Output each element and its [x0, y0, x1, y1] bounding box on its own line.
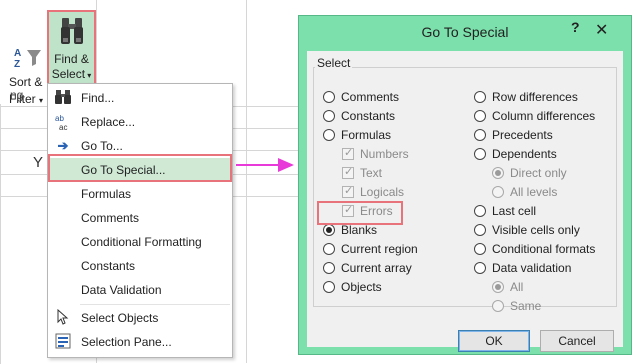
radio-button[interactable] [474, 110, 486, 122]
highlight-box [317, 201, 403, 225]
option-label: Formulas [341, 128, 392, 142]
binoculars-icon [60, 16, 84, 49]
option-label: Same [510, 299, 542, 313]
menu-item-label: Formulas [81, 187, 132, 201]
radio-button-disabled [492, 300, 504, 312]
radio-button[interactable] [323, 91, 335, 103]
ok-button[interactable]: OK [458, 330, 530, 352]
help-button[interactable]: ? [571, 19, 580, 35]
cancel-button[interactable]: Cancel [540, 330, 614, 352]
option-label: Current array [341, 261, 412, 275]
radio-button-selected[interactable] [323, 224, 335, 236]
dialog-body: Select Comments Constants Formulas Numbe… [307, 51, 623, 352]
menu-item-label: Comments [81, 211, 140, 225]
option-label: Last cell [492, 204, 537, 218]
replace-icon: ab ac [54, 113, 72, 132]
option-label: Conditional formats [492, 242, 596, 256]
option-label: All levels [510, 185, 558, 199]
option-label: Objects [341, 280, 382, 294]
dialog-title: Go To Special [421, 24, 509, 40]
menu-item-selection-pane[interactable]: Selection Pane... [48, 330, 232, 354]
ribbon-group-label: ng [10, 88, 24, 102]
find-select-menu: Find... ab ac Replace... ➔ Go To... Go To… [47, 83, 233, 358]
checkbox [342, 165, 354, 179]
column-gridline [246, 0, 247, 363]
menu-item-label: Selection Pane... [81, 335, 172, 349]
option-label: Text [360, 166, 383, 180]
menu-item-find[interactable]: Find... [48, 86, 232, 110]
option-label: Numbers [360, 147, 409, 161]
radio-button[interactable] [474, 148, 486, 160]
find-select-line1: Find & [54, 52, 89, 66]
cursor-icon [54, 308, 72, 327]
radio-button[interactable] [323, 129, 335, 141]
menu-item-comments[interactable]: Comments [48, 206, 232, 230]
option-label: Visible cells only [492, 223, 580, 237]
radio-button-disabled [492, 281, 504, 293]
svg-text:A: A [14, 48, 21, 59]
svg-text:ac: ac [59, 123, 67, 131]
menu-item-formulas[interactable]: Formulas [48, 182, 232, 206]
option-label: Direct only [510, 166, 567, 180]
radio-button[interactable] [323, 243, 335, 255]
menu-item-label: Data Validation [81, 283, 162, 297]
radio-button-disabled [492, 167, 504, 179]
option-label: Current region [341, 242, 418, 256]
radio-button[interactable] [474, 262, 486, 274]
column-gridline [0, 104, 1, 364]
go-to-special-dialog: Go To Special ? ✕ Select Comments Consta… [298, 15, 632, 355]
menu-item-label: Find... [81, 91, 115, 105]
svg-text:Z: Z [14, 59, 20, 68]
arrow-right-icon: ➔ [57, 138, 69, 153]
cell-text: Y [33, 154, 44, 171]
binoculars-icon [54, 89, 72, 107]
radio-button[interactable] [323, 110, 335, 122]
option-label: All [510, 280, 524, 294]
option-label: Dependents [492, 147, 557, 161]
menu-separator [80, 304, 230, 305]
option-label: Blanks [341, 223, 378, 237]
menu-item-select-objects[interactable]: Select Objects [48, 306, 232, 330]
find-select-button[interactable]: Find & Select ▾ [47, 10, 96, 85]
option-label: Comments [341, 90, 400, 104]
menu-item-constants[interactable]: Constants [48, 254, 232, 278]
highlight-box [48, 154, 232, 182]
radio-button[interactable] [474, 205, 486, 217]
radio-button[interactable] [474, 129, 486, 141]
sort-az-icon: A Z [14, 46, 44, 71]
checkbox [342, 146, 354, 160]
menu-item-replace[interactable]: ab ac Replace... [48, 110, 232, 134]
select-group-label: Select [315, 56, 353, 70]
option-label: Logicals [360, 185, 405, 199]
option-label: Constants [341, 109, 396, 123]
radio-button[interactable] [474, 91, 486, 103]
option-label: Data validation [492, 261, 572, 275]
option-label: Row differences [492, 90, 578, 104]
menu-item-label: Go To... [81, 139, 123, 153]
checkbox [342, 184, 354, 198]
menu-item-label: Conditional Formatting [81, 235, 202, 249]
close-button[interactable]: ✕ [595, 20, 608, 40]
menu-item-conditional-formatting[interactable]: Conditional Formatting [48, 230, 232, 254]
svg-text:ab: ab [55, 114, 64, 123]
pointer-arrow [236, 164, 280, 166]
selection-pane-icon [54, 333, 72, 351]
radio-button[interactable] [323, 281, 335, 293]
radio-button[interactable] [474, 224, 486, 236]
menu-item-label: Replace... [81, 115, 136, 129]
menu-item-label: Constants [81, 259, 136, 273]
radio-button-disabled [492, 186, 504, 198]
menu-item-data-validation[interactable]: Data Validation [48, 278, 232, 302]
arrow-head-icon [278, 158, 294, 172]
radio-button[interactable] [323, 262, 335, 274]
menu-item-label: Select Objects [81, 311, 159, 325]
find-select-label: Find & Select ▾ [49, 52, 94, 83]
option-label: Precedents [492, 128, 553, 142]
radio-button[interactable] [474, 243, 486, 255]
option-label: Column differences [492, 109, 596, 123]
sort-filter-button[interactable]: A Z Sort & Filter ▾ [0, 22, 46, 106]
find-select-line2: Select ▾ [51, 67, 92, 81]
